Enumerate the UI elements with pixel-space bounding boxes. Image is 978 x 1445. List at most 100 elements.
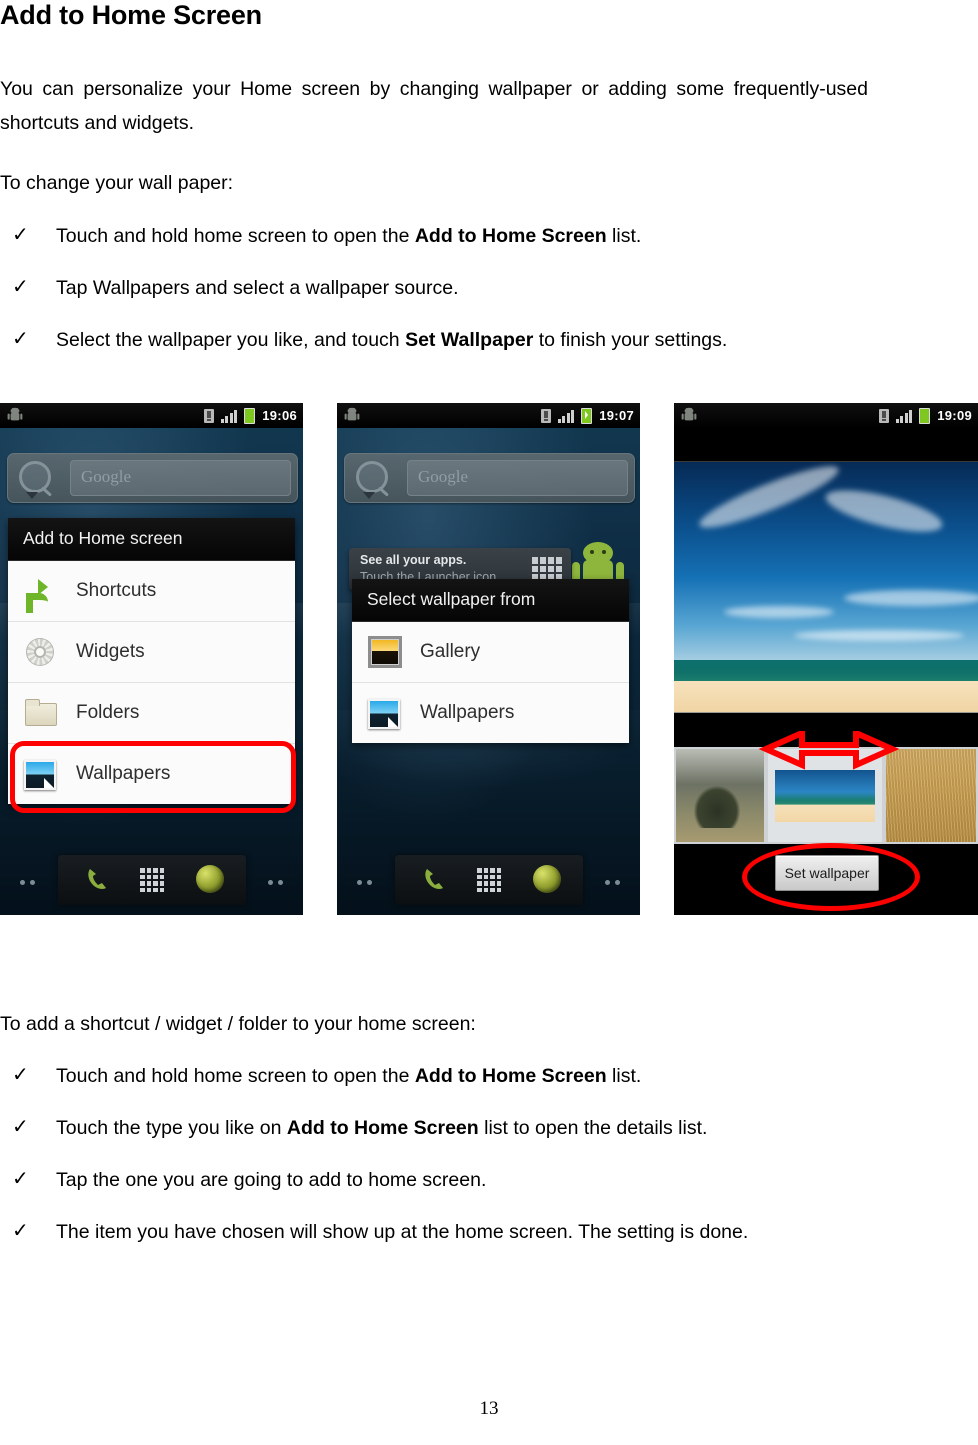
battery-charging-icon [581,407,593,424]
bullet-text: Tap the one you are going to add to home… [56,1169,487,1191]
gallery-photo-icon [366,634,402,670]
section1-lead: To change your wall paper: [0,172,234,194]
bullet-text: Touch the type you like on Add to Home S… [56,1117,708,1139]
wallpaper-thumbnail-strip[interactable] [674,747,978,844]
sim-card-icon [878,408,889,423]
checkmark-icon: ✓ [12,276,29,298]
status-clock: 19:09 [937,408,972,423]
checkmark-icon: ✓ [12,1116,29,1138]
shortcut-arrow-icon [22,573,58,609]
checkmark-icon: ✓ [12,224,29,246]
bullet-text: Touch and hold home screen to open the A… [56,1065,642,1087]
bullet-text: Touch and hold home screen to open the A… [56,225,642,247]
dialog-item-label: Widgets [76,641,145,662]
bullet-emphasis: Add to Home Screen [414,225,607,247]
page-indicator-right [268,880,283,885]
wallpaper-preview[interactable] [674,461,978,713]
thumbnail-beach-selected[interactable] [766,747,884,844]
google-search-widget-2[interactable]: Google [344,453,635,503]
cloud [794,630,964,641]
photo-icon [22,758,58,790]
checkmark-icon: ✓ [12,1220,29,1242]
gear-icon [22,634,58,670]
dropdown-caret-icon[interactable] [26,492,38,499]
dialog-item-label: Shortcuts [76,580,157,601]
wallpaper-sand [674,681,978,712]
status-icons-3: 19:09 [878,403,972,428]
page-number: 13 [479,1398,499,1419]
page-indicator-right [605,880,620,885]
phone-handset-icon[interactable] [84,866,110,892]
bullet-item: ✓ The item you have chosen will show up a… [0,1219,940,1245]
android-robot-icon [344,407,360,421]
bullet-item: ✓ Select the wallpaper you like, and touc… [0,327,900,353]
status-clock: 19:07 [599,408,634,423]
dialog-item-wallpapers[interactable]: Wallpapers [8,744,295,804]
app-launcher-grid-icon[interactable] [140,868,164,892]
sim-card-icon [540,408,551,423]
search-input-2[interactable]: Google [407,460,628,496]
dialog-item-label: Wallpapers [76,763,171,784]
google-search-widget-1[interactable]: Google [7,453,298,503]
photo-icon [366,697,402,729]
status-icons-2: 19:07 [540,403,634,428]
status-bar-2: 19:07 [337,403,640,428]
search-icon [356,461,388,493]
android-robot-icon [681,407,697,421]
add-to-home-screen-dialog: Add to Home screen Shortcuts Widgets Fol… [8,518,295,804]
document-page: Add to Home Screen You can personalize y… [0,0,978,1445]
dialog-item-folders[interactable]: Folders [8,683,295,744]
checkmark-icon: ✓ [12,328,29,350]
wallpaper-sea [674,660,978,682]
section2-lead: To add a shortcut / widget / folder to y… [0,1013,476,1035]
search-placeholder: Google [418,467,469,486]
phone-handset-icon[interactable] [421,866,447,892]
bullet-emphasis: Add to Home Screen [414,1065,607,1087]
checkmark-icon: ✓ [12,1168,29,1190]
browser-globe-icon[interactable] [533,865,561,893]
dialog-title-1: Add to Home screen [8,518,295,561]
battery-icon [919,407,931,424]
dialog-item-shortcuts[interactable]: Shortcuts [8,561,295,622]
browser-globe-icon[interactable] [196,865,224,893]
dock-2 [395,855,583,905]
bullet-text: Tap Wallpapers and select a wallpaper so… [56,277,459,299]
bullet-item: ✓ Touch and hold home screen to open the … [0,1063,940,1089]
phone-screenshot-3: 19:09 Set wallpaper [674,403,978,915]
bullet-emphasis: Add to Home Screen [286,1117,479,1139]
page-indicator-left [20,880,35,885]
cloud [724,606,834,618]
status-icons-1: 19:06 [203,403,297,428]
dialog-title-2: Select wallpaper from [352,579,629,622]
section2-bullet-list: ✓ Touch and hold home screen to open the … [0,1063,940,1271]
dialog-item-wallpapers[interactable]: Wallpapers [352,683,629,743]
app-launcher-grid-icon[interactable] [477,868,501,892]
dock-1 [58,855,246,905]
bullet-item: ✓ Touch the type you like on Add to Home … [0,1115,940,1141]
signal-bars-icon [557,409,575,423]
dropdown-caret-icon[interactable] [363,492,375,499]
section1-bullet-list: ✓ Touch and hold home screen to open the … [0,223,900,379]
search-input-1[interactable]: Google [70,460,291,496]
screenshot-row: 19:06 Google Add to Home screen Shortcut… [0,403,978,915]
dialog-item-widgets[interactable]: Widgets [8,622,295,683]
android-robot-icon [7,407,23,421]
status-bar-3: 19:09 [674,403,978,428]
thumbnail-mountain-tree[interactable] [674,747,766,844]
thumbnail-golden-grass[interactable] [884,747,978,844]
page-title: Add to Home Screen [0,0,262,30]
status-bar-1: 19:06 [0,403,303,428]
dialog-item-gallery[interactable]: Gallery [352,622,629,683]
folder-icon [22,695,58,731]
bullet-text: The item you have chosen will show up at… [56,1221,749,1243]
select-wallpaper-dialog: Select wallpaper from Gallery Wallpapers [352,579,629,743]
dialog-item-label: Wallpapers [420,702,515,723]
status-clock: 19:06 [262,408,297,423]
set-wallpaper-button[interactable]: Set wallpaper [775,855,879,891]
page-indicator-left [357,880,372,885]
bullet-item: ✓ Tap the one you are going to add to hom… [0,1167,940,1193]
phone-screenshot-2: 19:07 Google See all your apps. Touch th… [337,403,640,915]
thumbnail-image [775,769,875,822]
battery-icon [244,407,256,424]
intro-paragraph: You can personalize your Home screen by … [0,78,868,134]
